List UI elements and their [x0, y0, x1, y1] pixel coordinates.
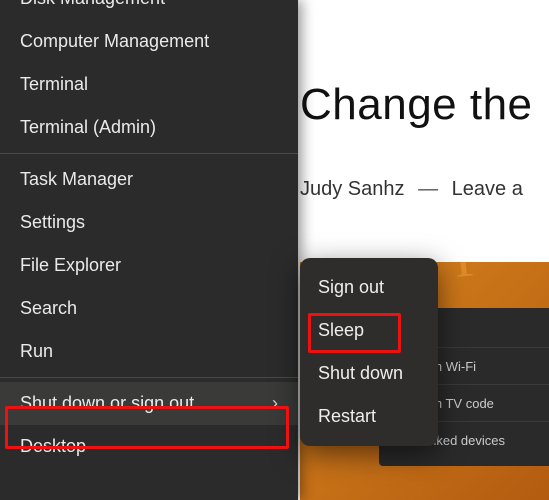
submenu-item-label: Shut down [318, 363, 403, 383]
winx-item-label: Task Manager [20, 169, 133, 190]
submenu-item-label: Restart [318, 406, 376, 426]
winx-item-disk-mgmt[interactable]: Disk Management [0, 0, 298, 20]
byline-author: Judy Sanhz [300, 178, 405, 200]
article-byline: Judy Sanhz — Leave a [300, 178, 549, 201]
winx-item-label: Terminal (Admin) [20, 117, 156, 138]
winx-item-terminal-admin[interactable]: Terminal (Admin) [0, 106, 298, 149]
winx-item-label: Settings [20, 212, 85, 233]
winx-item-label: File Explorer [20, 255, 121, 276]
winx-item-terminal[interactable]: Terminal [0, 63, 298, 106]
submenu-item-restart[interactable]: Restart [300, 395, 438, 438]
winx-separator [0, 377, 298, 378]
submenu-item-label: Sign out [318, 277, 384, 297]
winx-item-label: Computer Management [20, 31, 209, 52]
winx-item-desktop[interactable]: Desktop [0, 425, 298, 468]
winx-item-label: Search [20, 298, 77, 319]
winx-item-label: Terminal [20, 74, 88, 95]
winx-item-label: Desktop [20, 436, 86, 457]
winx-item-search[interactable]: Search [0, 287, 298, 330]
article-title: Change the [300, 80, 549, 130]
winx-menu: Disk Management Computer Management Term… [0, 0, 298, 500]
winx-item-settings[interactable]: Settings [0, 201, 298, 244]
byline-separator: — [418, 178, 438, 200]
submenu-item-label: Sleep [318, 320, 364, 340]
winx-item-explorer[interactable]: File Explorer [0, 244, 298, 287]
power-submenu: Sign out Sleep Shut down Restart [300, 258, 438, 446]
winx-item-label: Run [20, 341, 53, 362]
submenu-item-sleep[interactable]: Sleep [300, 309, 438, 352]
winx-item-label: Shut down or sign out [20, 393, 194, 414]
winx-item-task-mgr[interactable]: Task Manager [0, 158, 298, 201]
winx-item-power[interactable]: Shut down or sign out › [0, 382, 298, 425]
submenu-item-shutdown[interactable]: Shut down [300, 352, 438, 395]
submenu-item-signout[interactable]: Sign out [300, 266, 438, 309]
winx-item-comp-mgmt[interactable]: Computer Management [0, 20, 298, 63]
chevron-right-icon: › [272, 393, 278, 414]
winx-separator [0, 153, 298, 154]
winx-item-label: Disk Management [20, 0, 165, 9]
byline-tail: Leave a [452, 178, 523, 200]
winx-item-run[interactable]: Run [0, 330, 298, 373]
